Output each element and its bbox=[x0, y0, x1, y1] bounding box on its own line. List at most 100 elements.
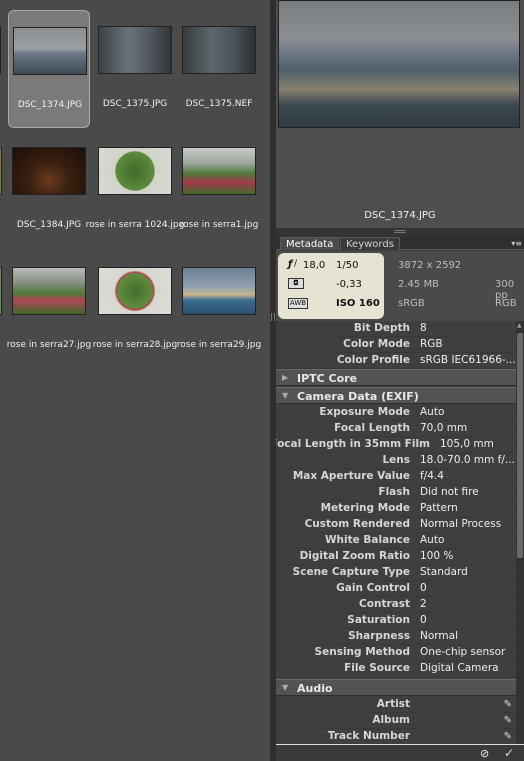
section-camera-data[interactable]: ▼ Camera Data (EXIF) bbox=[276, 387, 516, 404]
metadata-row: Max Aperture Value f/4.4 bbox=[276, 469, 516, 485]
field-label: Metering Mode bbox=[320, 502, 410, 514]
pencil-icon[interactable]: ✎ bbox=[504, 715, 512, 726]
field-label: Max Aperture Value bbox=[292, 470, 410, 482]
field-label: Gain Control bbox=[336, 582, 410, 594]
section-title: Audio bbox=[297, 682, 333, 695]
field-value: Did not fire bbox=[420, 486, 479, 498]
metadata-row: Saturation 0 bbox=[276, 613, 516, 629]
shutter-value: 1/50 bbox=[336, 260, 359, 271]
thumbnail-image[interactable] bbox=[0, 26, 1, 74]
thumbnail-image[interactable] bbox=[98, 26, 172, 74]
thumbnail-cell[interactable]: rose in serra29.jpg bbox=[177, 251, 261, 369]
field-label: Flash bbox=[378, 486, 410, 498]
thumbnail-image[interactable] bbox=[12, 267, 86, 315]
thumbnail-image[interactable] bbox=[0, 147, 2, 195]
camera-settings-card: ƒ / 18,0 1/50 ◘ -0,33 AWB ISO 160 bbox=[278, 253, 384, 319]
metadata-row: Bit Depth 8 bbox=[276, 321, 516, 337]
metadata-row: Color Mode RGB bbox=[276, 337, 516, 353]
metadata-row: Album ✎ bbox=[276, 713, 516, 729]
metadata-row: Artist ✎ bbox=[276, 697, 516, 713]
thumbnail-cell[interactable]: rose in serra 1024.jpg bbox=[86, 131, 184, 249]
field-value: f/4.4 bbox=[420, 470, 444, 482]
thumbnail-caption: rose in serra1.jpg bbox=[179, 220, 259, 230]
horizontal-splitter[interactable] bbox=[276, 228, 524, 236]
splitter-grip-icon[interactable] bbox=[271, 313, 275, 321]
file-summary: ƒ / 18,0 1/50 ◘ -0,33 AWB ISO 160 3872 x… bbox=[276, 251, 524, 321]
scrollbar-thumb[interactable] bbox=[517, 333, 523, 558]
thumbnail-cell[interactable]: DSC_1375.NEF bbox=[178, 10, 260, 128]
dimensions-value: 3872 x 2592 bbox=[398, 260, 462, 271]
tab-metadata[interactable]: Metadata bbox=[280, 237, 340, 250]
preview-image bbox=[278, 0, 520, 128]
thumbnail-cell[interactable]: rose in serra27.jpg bbox=[7, 251, 91, 369]
metadata-row: White Balance Auto bbox=[276, 533, 516, 549]
section-title: IPTC Core bbox=[297, 372, 358, 385]
field-label: Sensing Method bbox=[314, 646, 410, 658]
cancel-icon[interactable]: ⊘ bbox=[480, 747, 489, 760]
thumbnail-cell[interactable]: rose in serra28.jpg bbox=[93, 251, 177, 369]
field-label: Album bbox=[372, 714, 410, 726]
field-value: 100 % bbox=[420, 550, 454, 562]
metadata-row: File Source Digital Camera bbox=[276, 661, 516, 677]
field-label: Exposure Mode bbox=[319, 406, 410, 418]
field-value: One-chip sensor bbox=[420, 646, 506, 658]
thumbnail-image[interactable] bbox=[98, 147, 172, 195]
thumbnail-image[interactable] bbox=[182, 147, 256, 195]
collapse-triangle-icon[interactable]: ▼ bbox=[282, 683, 288, 692]
thumbnail-cell[interactable]: DSC_1384.JPG bbox=[8, 131, 90, 249]
thumbnail-cell[interactable]: rose in serra1.jpg bbox=[178, 131, 260, 249]
field-value: 8 bbox=[420, 322, 427, 334]
thumbnail-caption: DSC_1375.NEF bbox=[185, 99, 253, 109]
field-label: Focal Length bbox=[334, 422, 410, 434]
field-value: Pattern bbox=[420, 502, 458, 514]
checkmark-icon[interactable]: ✓ bbox=[504, 746, 514, 760]
thumbnail-image[interactable] bbox=[182, 267, 256, 315]
section-audio[interactable]: ▼ Audio bbox=[276, 679, 516, 696]
white-balance-icon: AWB bbox=[288, 298, 308, 309]
splitter-grip-icon[interactable] bbox=[394, 230, 406, 233]
field-value: Normal bbox=[420, 630, 458, 642]
field-label: Sharpness bbox=[348, 630, 410, 642]
thumbnail-cell[interactable]: DSC_1375.JPG bbox=[94, 10, 176, 128]
pencil-icon[interactable]: ✎ bbox=[504, 731, 512, 742]
aperture-value: 18,0 bbox=[303, 260, 326, 271]
color-mode-value: RGB bbox=[495, 298, 517, 309]
tab-keywords[interactable]: Keywords bbox=[340, 237, 400, 250]
preview-caption: DSC_1374.JPG bbox=[364, 210, 436, 221]
section-iptc-core[interactable]: ▶ IPTC Core bbox=[276, 369, 516, 386]
field-label: Color Profile bbox=[336, 354, 410, 366]
metadata-row: Digital Zoom Ratio 100 % bbox=[276, 549, 516, 565]
pencil-icon[interactable]: ✎ bbox=[504, 699, 512, 710]
thumbnail-image[interactable] bbox=[182, 26, 256, 74]
section-title: Camera Data (EXIF) bbox=[297, 390, 419, 403]
metadata-row: Focal Length 70,0 mm bbox=[276, 421, 516, 437]
scroll-up-icon[interactable]: ▲ bbox=[517, 322, 522, 329]
expand-triangle-icon[interactable]: ▶ bbox=[282, 373, 288, 382]
collapse-triangle-icon[interactable]: ▼ bbox=[282, 391, 288, 400]
field-value: 18.0-70.0 mm f/... bbox=[420, 454, 515, 466]
metadata-row: Metering Mode Pattern bbox=[276, 501, 516, 517]
panel-menu-icon[interactable]: ▾≡ bbox=[511, 239, 522, 248]
thumbnail-cell[interactable]: DSC_1374.JPG bbox=[8, 10, 90, 128]
field-value: Normal Process bbox=[420, 518, 502, 530]
thumbnail-image[interactable] bbox=[98, 267, 172, 315]
metadata-row: Lens 18.0-70.0 mm f/... bbox=[276, 453, 516, 469]
field-label: Bit Depth bbox=[353, 322, 410, 334]
field-label: Saturation bbox=[347, 614, 410, 626]
preview-panel: DSC_1374.JPG bbox=[276, 0, 524, 228]
field-value: Digital Camera bbox=[420, 662, 499, 674]
bridge-window: DSC_1374.JPG DSC_1375.JPG DSC_1375.NEF D… bbox=[0, 0, 524, 761]
field-label: Scene Capture Type bbox=[292, 566, 410, 578]
field-label: Contrast bbox=[359, 598, 410, 610]
thumbnail-image[interactable] bbox=[0, 267, 2, 315]
metadata-panel: Metadata Keywords ▾≡ ƒ / 18,0 1/50 ◘ -0,… bbox=[276, 236, 524, 761]
field-value: 70,0 mm bbox=[420, 422, 468, 434]
metadata-row: Gain Control 0 bbox=[276, 581, 516, 597]
metadata-scrollbar[interactable]: ▲ bbox=[516, 321, 524, 744]
thumbnail-image[interactable] bbox=[12, 147, 86, 195]
metadata-row: Custom Rendered Normal Process bbox=[276, 517, 516, 533]
thumbnail-image[interactable] bbox=[13, 27, 87, 75]
field-value: Standard bbox=[420, 566, 468, 578]
exposure-comp-value: -0,33 bbox=[336, 279, 362, 290]
metadata-row: Exposure Mode Auto bbox=[276, 405, 516, 421]
